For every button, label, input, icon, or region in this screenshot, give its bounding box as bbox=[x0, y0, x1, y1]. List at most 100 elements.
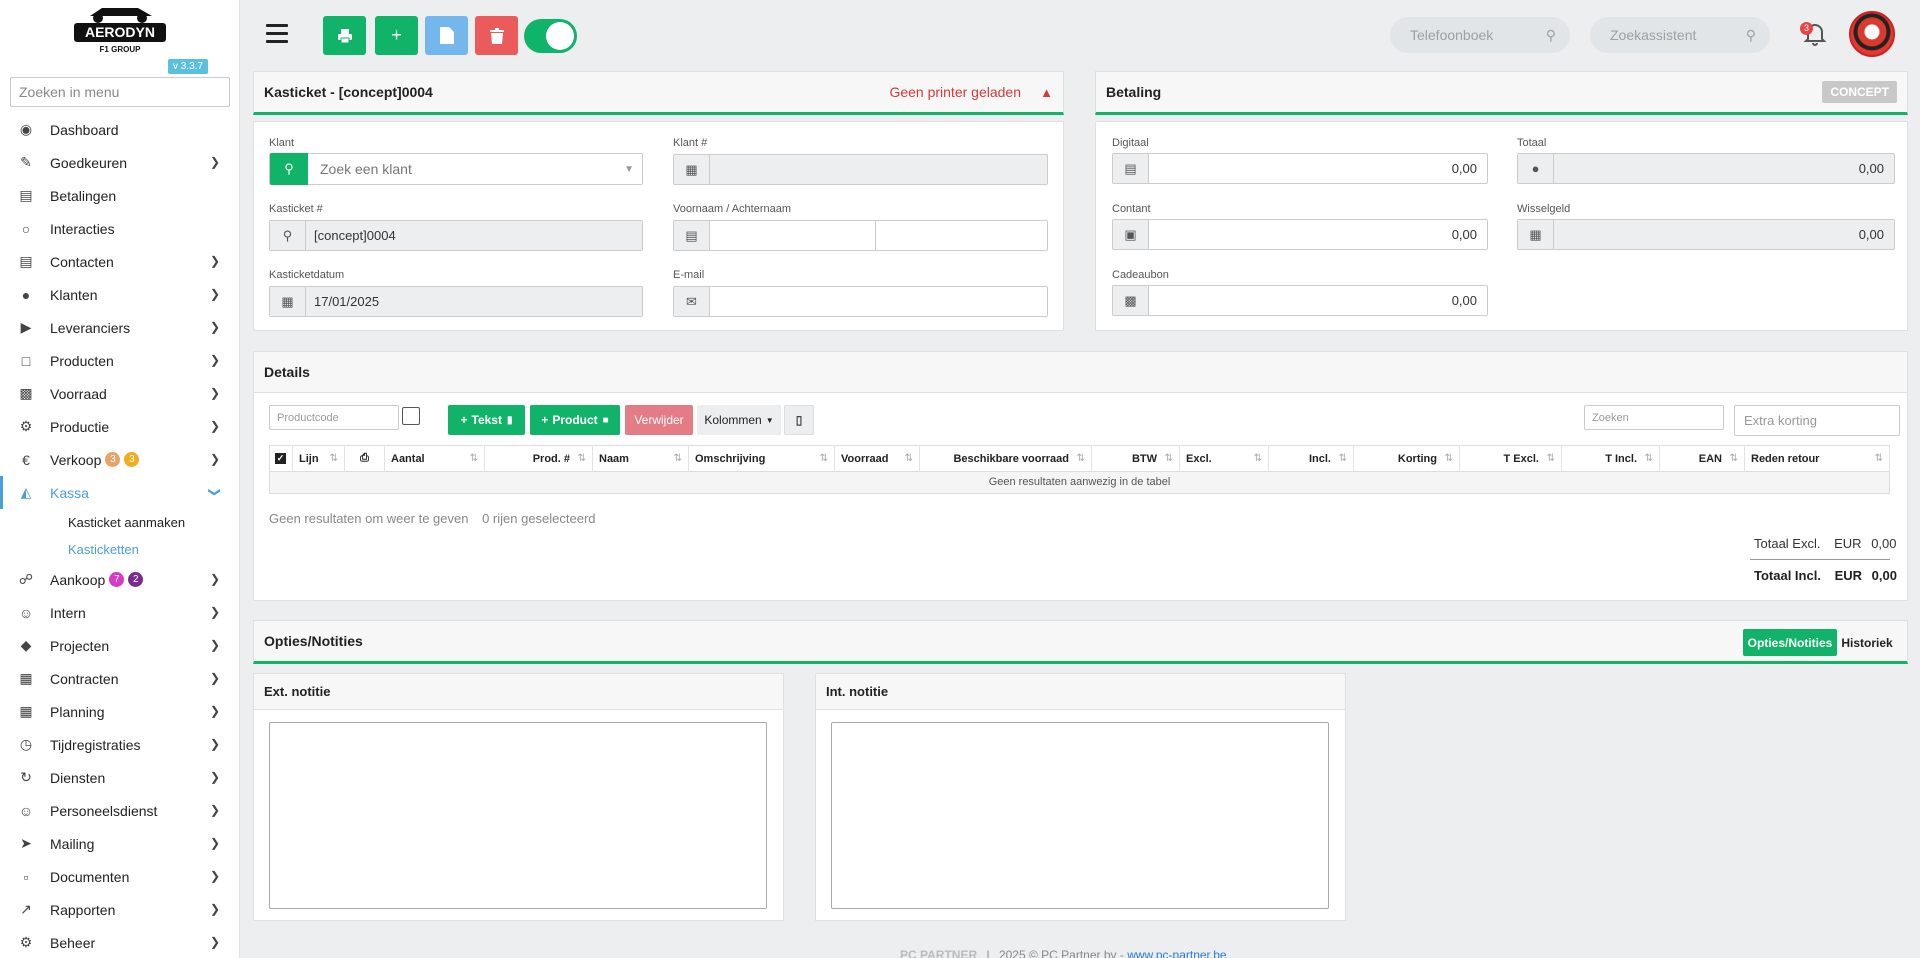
table-search-input[interactable]: Zoeken bbox=[1584, 405, 1724, 430]
column-header-label: Incl. bbox=[1308, 452, 1331, 465]
sidebar-item-aankoop[interactable]: ☍ Aankoop 7 2 ❯ bbox=[0, 563, 239, 596]
column-header[interactable]: EAN ⇅ bbox=[1660, 445, 1745, 472]
sidebar-item-klanten[interactable]: ● Klanten ❯ bbox=[0, 278, 239, 311]
sidebar-item-dashboard[interactable]: ◉ Dashboard bbox=[0, 113, 239, 146]
sidebar-item-kassa[interactable]: ◭ Kassa ❯ bbox=[0, 476, 239, 509]
footer-link[interactable]: www.pc-partner.be bbox=[1127, 948, 1226, 958]
contant-field[interactable]: ▣ 0,00 bbox=[1112, 219, 1488, 250]
sidebar-item-interacties[interactable]: ○ Interacties bbox=[0, 212, 239, 245]
add-text-button[interactable]: + Tekst ▮ bbox=[448, 405, 525, 435]
info-results: Geen resultaten om weer te geven bbox=[269, 511, 469, 526]
menu-toggle-icon[interactable] bbox=[266, 24, 288, 44]
chevron-right-icon: ❯ bbox=[209, 353, 220, 367]
sidebar-item-rapporten[interactable]: ↗ Rapporten ❯ bbox=[0, 893, 239, 926]
user-avatar[interactable] bbox=[1849, 11, 1895, 57]
column-header[interactable]: Excl. ⇅ bbox=[1180, 445, 1269, 472]
sidebar-item-projecten[interactable]: ◆ Projecten ❯ bbox=[0, 629, 239, 662]
sidebar-nav: ◉ Dashboard ✎ Goedkeuren ❯ ▤ Betalingen ○ Intera… bbox=[0, 113, 239, 958]
column-header[interactable]: Omschrijving ⇅ bbox=[689, 445, 835, 472]
productcode-input[interactable]: Productcode bbox=[269, 405, 399, 430]
printer-warning: Geen printer geladen bbox=[889, 84, 1021, 100]
add-button[interactable]: + bbox=[375, 16, 418, 55]
aerodyn-logo[interactable]: AERODYN F1 GROUP bbox=[72, 4, 168, 56]
column-header[interactable]: Incl. ⇅ bbox=[1269, 445, 1354, 472]
phonebook-placeholder: Telefoonboek bbox=[1410, 27, 1494, 43]
int-notitie-textarea[interactable] bbox=[831, 722, 1329, 909]
extra-korting-input[interactable]: Extra korting bbox=[1734, 405, 1900, 436]
totals-divider bbox=[1750, 559, 1890, 560]
pin-icon: ⚲ bbox=[270, 221, 306, 250]
sidebar-item-productie[interactable]: ⚙ Productie ❯ bbox=[0, 410, 239, 443]
tab-historiek[interactable]: Historiek bbox=[1838, 629, 1896, 656]
betaling-title: Betaling bbox=[1106, 84, 1162, 100]
productcode-checkbox[interactable] bbox=[402, 407, 420, 425]
document-button[interactable] bbox=[425, 16, 468, 55]
totaal-field: ● 0,00 bbox=[1517, 153, 1895, 184]
sidebar-item-goedkeuren[interactable]: ✎ Goedkeuren ❯ bbox=[0, 146, 239, 179]
klant-select[interactable]: ⚲ Zoek een klant ▼ bbox=[269, 153, 643, 185]
verwijder-button[interactable]: Verwijder bbox=[625, 405, 693, 435]
column-header[interactable]: Prod. # ⇅ bbox=[485, 445, 593, 472]
digitaal-field[interactable]: ▤ 0,00 bbox=[1112, 153, 1488, 184]
column-header[interactable]: T Excl. ⇅ bbox=[1460, 445, 1562, 472]
sidebar-item-voorraad[interactable]: ▩ Voorraad ❯ bbox=[0, 377, 239, 410]
search-icon[interactable]: ⚲ bbox=[270, 153, 308, 185]
kasticketnr-field: ⚲ [concept]0004 bbox=[269, 220, 643, 251]
sidebar-subitem[interactable]: Kasticket aanmaken bbox=[0, 509, 239, 536]
search-assistant-input[interactable]: Zoekassistent ⚲ bbox=[1590, 17, 1770, 53]
sort-icon: ⇅ bbox=[1164, 453, 1173, 464]
kolommen-button[interactable]: Kolommen ▼ bbox=[697, 405, 781, 435]
column-header[interactable]: BTW ⇅ bbox=[1092, 445, 1180, 472]
sidebar-item-planning[interactable]: ▦ Planning ❯ bbox=[0, 695, 239, 728]
details-title: Details bbox=[264, 364, 310, 380]
warning-icon: ▲ bbox=[1040, 84, 1053, 100]
digitaal-value: 0,00 bbox=[1451, 161, 1477, 176]
column-header[interactable]: Naam ⇅ bbox=[593, 445, 689, 472]
column-header[interactable]: Reden retour ⇅ bbox=[1745, 445, 1890, 472]
email-field[interactable]: ✉ bbox=[673, 286, 1048, 317]
sidebar-item-contacten[interactable]: ▤ Contacten ❯ bbox=[0, 245, 239, 278]
select-all-checkbox[interactable]: ✓ bbox=[269, 445, 293, 472]
print-column-header[interactable]: ⎙ bbox=[345, 445, 385, 472]
column-header[interactable]: Korting ⇅ bbox=[1354, 445, 1460, 472]
cadeaubon-field[interactable]: ▩ 0,00 bbox=[1112, 285, 1488, 316]
footer: PC PARTNER | 2025 © PC Partner bv - www.… bbox=[900, 948, 1227, 958]
add-product-label: Product bbox=[552, 413, 598, 427]
column-header[interactable]: Aantal ⇅ bbox=[385, 445, 485, 472]
achternaam-input[interactable] bbox=[876, 221, 1047, 250]
sidebar-item-personeelsdienst[interactable]: ☺ Personeelsdienst ❯ bbox=[0, 794, 239, 827]
sidebar-item-producten[interactable]: □ Producten ❯ bbox=[0, 344, 239, 377]
column-header[interactable]: T Incl. ⇅ bbox=[1562, 445, 1660, 472]
sidebar-item-documenten[interactable]: ▫ Documenten ❯ bbox=[0, 860, 239, 893]
plus-icon: + bbox=[460, 413, 468, 427]
sidebar-item-betalingen[interactable]: ▤ Betalingen bbox=[0, 179, 239, 212]
add-product-button[interactable]: + Product ■ bbox=[530, 405, 620, 435]
sidebar-item-beheer[interactable]: ⚙ Beheer ❯ bbox=[0, 926, 239, 958]
phonebook-search-input[interactable]: Telefoonboek ⚲ bbox=[1390, 17, 1570, 53]
sidebar-item-leveranciers[interactable]: ▶ Leveranciers ❯ bbox=[0, 311, 239, 344]
sidebar-item-intern[interactable]: ☺ Intern ❯ bbox=[0, 596, 239, 629]
print-button[interactable] bbox=[323, 16, 366, 55]
sidebar-item-label: Contacten bbox=[50, 253, 114, 270]
menu-search-input[interactable]: Zoeken in menu bbox=[10, 77, 230, 107]
datum-field[interactable]: ▦ 17/01/2025 bbox=[269, 286, 643, 317]
column-header[interactable]: Lijn ⇅ bbox=[293, 445, 345, 472]
contant-label: Contant bbox=[1112, 203, 1151, 215]
sidebar-item-label: Goedkeuren bbox=[50, 154, 128, 171]
mode-toggle[interactable] bbox=[524, 19, 577, 53]
column-header[interactable]: Beschikbare voorraad ⇅ bbox=[920, 445, 1092, 472]
sidebar-item-verkoop[interactable]: € Verkoop 3 3 ❯ bbox=[0, 443, 239, 476]
opties-panel-header: Opties/Notities bbox=[253, 620, 1908, 664]
tab-opties-notities[interactable]: Opties/Notities bbox=[1743, 629, 1837, 656]
export-excel-button[interactable]: ▯ bbox=[784, 405, 814, 435]
column-header[interactable]: Voorraad ⇅ bbox=[835, 445, 920, 472]
caret-down-icon: ▼ bbox=[765, 415, 774, 425]
ext-notitie-textarea[interactable] bbox=[269, 722, 767, 909]
voornaam-input[interactable] bbox=[710, 221, 876, 250]
delete-button[interactable] bbox=[475, 16, 518, 55]
sidebar-item-tijdregistraties[interactable]: ◷ Tijdregistraties ❯ bbox=[0, 728, 239, 761]
sidebar-item-diensten[interactable]: ↻ Diensten ❯ bbox=[0, 761, 239, 794]
sidebar-item-contracten[interactable]: ▦ Contracten ❯ bbox=[0, 662, 239, 695]
sidebar-subitem[interactable]: Kasticketten bbox=[0, 536, 239, 563]
sidebar-item-mailing[interactable]: ➤ Mailing ❯ bbox=[0, 827, 239, 860]
